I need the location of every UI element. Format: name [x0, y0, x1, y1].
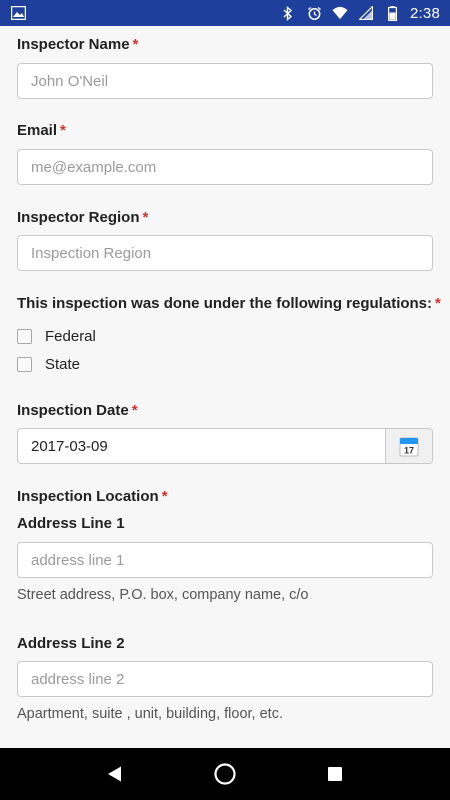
- inspector-name-input[interactable]: John O'Neil: [17, 63, 433, 99]
- email-input[interactable]: me@example.com: [17, 149, 433, 185]
- required-marker: *: [131, 402, 138, 419]
- address-line-2-input[interactable]: address line 2: [17, 661, 433, 697]
- inspection-date-label: Inspection Date *: [17, 402, 138, 419]
- state-label: State: [45, 356, 81, 373]
- federal-label: Federal: [45, 328, 96, 345]
- inspector-name-label-text: Inspector Name: [17, 36, 130, 53]
- calendar-icon-day: 17: [404, 445, 414, 455]
- regulations-label: This inspection was done under the follo…: [17, 295, 441, 312]
- calendar-icon: 17: [399, 437, 419, 456]
- home-button[interactable]: [205, 754, 245, 794]
- regulation-option-federal[interactable]: Federal: [17, 328, 96, 345]
- inspection-location-label: Inspection Location *: [17, 488, 168, 505]
- wifi-icon: [332, 5, 348, 21]
- state-checkbox[interactable]: [17, 357, 32, 372]
- address-line-2-helper: Apartment, suite , unit, building, floor…: [17, 706, 283, 722]
- email-placeholder: me@example.com: [31, 158, 157, 176]
- back-button[interactable]: [95, 754, 135, 794]
- address-line-1-label-text: Address Line 1: [17, 515, 125, 532]
- inspection-date-value: 2017-03-09: [31, 437, 108, 455]
- regulations-label-text: This inspection was done under the follo…: [17, 295, 433, 312]
- address-line-2-placeholder: address line 2: [31, 670, 125, 688]
- status-time: 2:38: [410, 4, 440, 22]
- inspection-date-input[interactable]: 2017-03-09: [18, 429, 385, 463]
- home-icon: [214, 763, 236, 785]
- inspector-name-placeholder: John O'Neil: [31, 72, 109, 90]
- required-marker: *: [60, 122, 66, 139]
- inspector-region-placeholder: Inspection Region: [31, 244, 152, 262]
- required-marker: *: [132, 36, 139, 53]
- navigation-bar: [0, 748, 450, 800]
- required-marker: *: [142, 209, 149, 226]
- address-line-1-helper: Street address, P.O. box, company name, …: [17, 587, 309, 603]
- regulation-option-state[interactable]: State: [17, 356, 80, 373]
- address-line-2-label-text: Address Line 2: [17, 635, 125, 652]
- inspection-form: Inspector Name * John O'Neil Email * me@ex…: [0, 26, 450, 748]
- address-line-2-label: Address Line 2: [17, 635, 125, 652]
- image-icon: [10, 5, 26, 21]
- address-line-1-label: Address Line 1: [17, 515, 125, 532]
- inspector-region-label: Inspector Region *: [17, 209, 148, 226]
- alarm-icon: [306, 5, 322, 21]
- required-marker: *: [161, 488, 168, 505]
- inspection-date-field: 2017-03-09 17: [17, 428, 433, 464]
- recents-button[interactable]: [315, 754, 355, 794]
- battery-icon: [384, 5, 400, 21]
- back-icon: [108, 766, 121, 782]
- calendar-button[interactable]: 17: [385, 429, 432, 463]
- email-label-text: Email: [17, 122, 58, 139]
- address-line-1-input[interactable]: address line 1: [17, 542, 433, 578]
- bluetooth-icon: [280, 5, 296, 21]
- inspection-date-label-text: Inspection Date: [17, 402, 129, 419]
- inspector-region-label-text: Inspector Region: [17, 209, 140, 226]
- status-bar: 2:38: [0, 0, 450, 26]
- recents-icon: [328, 767, 342, 781]
- email-label: Email *: [17, 122, 66, 139]
- address-line-1-placeholder: address line 1: [31, 551, 125, 569]
- signal-icon: [358, 5, 374, 21]
- federal-checkbox[interactable]: [17, 329, 32, 344]
- required-marker: *: [435, 295, 441, 312]
- inspection-location-label-text: Inspection Location: [17, 488, 159, 505]
- inspector-region-input[interactable]: Inspection Region: [17, 235, 433, 271]
- inspector-name-label: Inspector Name *: [17, 36, 138, 53]
